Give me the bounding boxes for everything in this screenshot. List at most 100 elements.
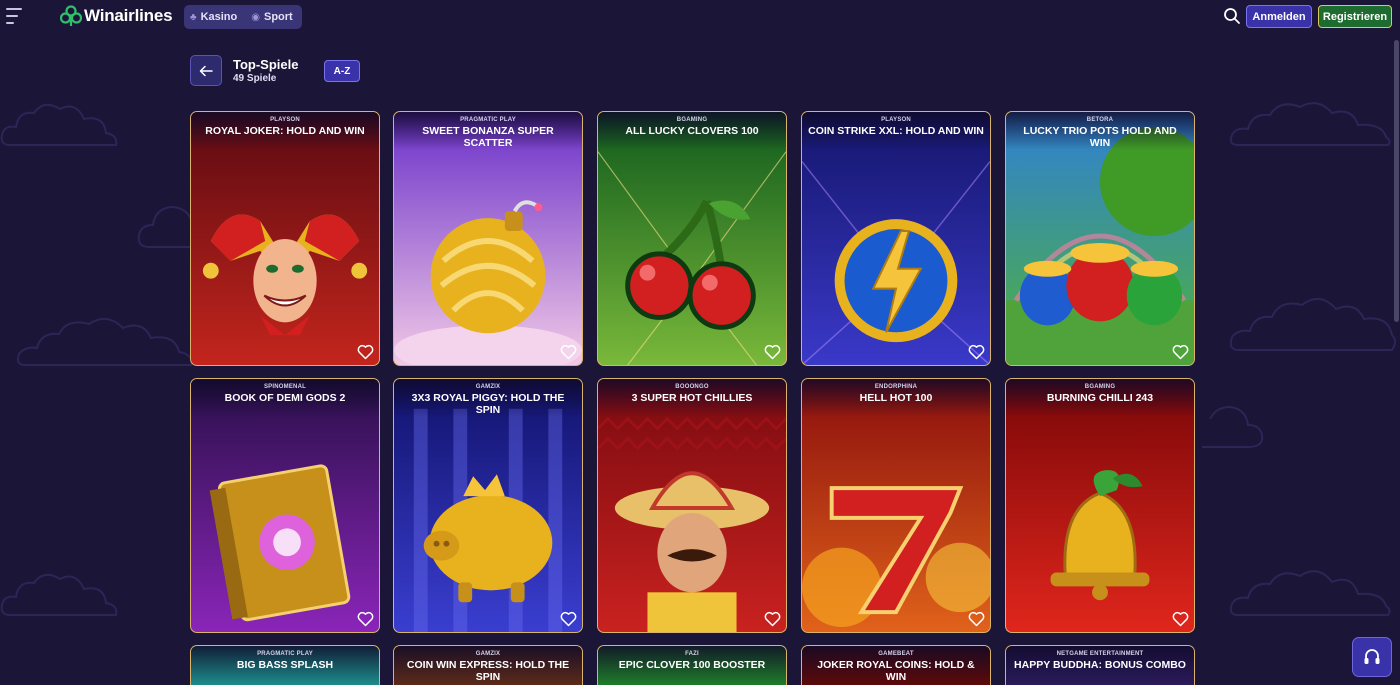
game-title: JOKER ROYAL COINS: HOLD & WIN [817, 659, 975, 683]
game-card[interactable]: PRAGMATIC PLAY BIG BASS SPLASH [190, 645, 380, 685]
favorite-heart-icon[interactable] [968, 611, 985, 627]
game-title: 3X3 ROYAL PIGGY: HOLD THE SPIN [411, 392, 565, 416]
favorite-heart-icon[interactable] [764, 344, 781, 360]
game-card[interactable]: ENDORPHINA HELL HOT 100 [801, 378, 991, 633]
headset-icon [1364, 649, 1380, 664]
clover-logo-icon [60, 5, 82, 26]
arrow-left-icon [199, 65, 213, 76]
az-sort-button[interactable]: A-Z [324, 60, 360, 82]
game-card[interactable]: BETORA LUCKY TRIO POTS HOLD AND WIN [1005, 111, 1195, 366]
game-card-header: PLAYSON ROYAL JOKER: HOLD AND WIN [191, 112, 379, 150]
section-title: Top-Spiele [233, 57, 299, 72]
game-card[interactable]: PLAYSON COIN STRIKE XXL: HOLD AND WIN [801, 111, 991, 366]
game-card[interactable]: NETGAME ENTERTAINMENT HAPPY BUDDHA: BONUS… [1005, 645, 1195, 685]
favorite-heart-icon[interactable] [357, 611, 374, 627]
game-card[interactable]: PRAGMATIC PLAY SWEET BONANZA SUPER SCATTE… [393, 111, 583, 366]
favorite-heart-icon[interactable] [560, 344, 577, 360]
background-cloud [1228, 560, 1393, 620]
game-card-header: SPINOMENAL BOOK OF DEMI GODS 2 [191, 379, 379, 417]
favorite-heart-icon[interactable] [968, 344, 985, 360]
back-button[interactable] [190, 55, 222, 86]
game-title: BURNING CHILLI 243 [1046, 392, 1154, 404]
game-card-header: GAMEBEAT JOKER ROYAL COINS: HOLD & WIN [802, 646, 990, 684]
game-title: HELL HOT 100 [859, 392, 933, 404]
game-title: ROYAL JOKER: HOLD AND WIN [205, 125, 365, 137]
game-card-header: PRAGMATIC PLAY SWEET BONANZA SUPER SCATTE… [394, 112, 582, 150]
game-card-header: BGAMING ALL LUCKY CLOVERS 100 [598, 112, 786, 150]
background-cloud [0, 565, 120, 620]
game-card[interactable]: BGAMING BURNING CHILLI 243 [1005, 378, 1195, 633]
hamburger-menu-icon[interactable] [6, 8, 24, 24]
register-button[interactable]: Registrieren [1318, 5, 1392, 28]
game-provider: FAZI [685, 651, 699, 657]
game-card-header: PLAYSON COIN STRIKE XXL: HOLD AND WIN [802, 112, 990, 150]
game-provider: ENDORPHINA [874, 384, 918, 390]
site-logo[interactable]: Winairlines [60, 4, 173, 28]
game-title: BIG BASS SPLASH [236, 659, 334, 671]
game-card-header: GAMZIX COIN WIN EXPRESS: HOLD THE SPIN [394, 646, 582, 684]
game-card-header: GAMZIX 3X3 ROYAL PIGGY: HOLD THE SPIN [394, 379, 582, 417]
background-cloud [1228, 95, 1393, 150]
game-title: BOOK OF DEMI GODS 2 [224, 392, 346, 404]
game-provider: GAMEBEAT [878, 651, 914, 657]
game-provider: BGAMING [1084, 384, 1116, 390]
main-nav: ♣ Kasino ◉ Sport [184, 5, 302, 29]
game-card[interactable]: SPINOMENAL BOOK OF DEMI GODS 2 [190, 378, 380, 633]
game-card-header: BETORA LUCKY TRIO POTS HOLD AND WIN [1006, 112, 1194, 150]
background-cloud [1198, 395, 1268, 455]
game-title: LUCKY TRIO POTS HOLD AND WIN [1023, 125, 1177, 149]
game-provider: SPINOMENAL [263, 384, 306, 390]
game-card-header: FAZI EPIC CLOVER 100 BOOSTER [598, 646, 786, 684]
game-provider: GAMZIX [475, 384, 501, 390]
game-title: SWEET BONANZA SUPER SCATTER [422, 125, 554, 149]
game-card[interactable]: GAMEBEAT JOKER ROYAL COINS: HOLD & WIN [801, 645, 991, 685]
game-provider: BGAMING [676, 117, 708, 123]
game-provider: BETORA [1086, 117, 1114, 123]
game-provider: PLAYSON [881, 117, 911, 123]
nav-kasino[interactable]: ♣ Kasino [190, 11, 237, 23]
logo-text: Winairlines [84, 6, 173, 25]
game-provider: NETGAME ENTERTAINMENT [1056, 651, 1144, 657]
game-card-header: ENDORPHINA HELL HOT 100 [802, 379, 990, 417]
favorite-heart-icon[interactable] [1172, 611, 1189, 627]
nav-sport[interactable]: ◉ Sport [251, 11, 292, 23]
nav-kasino-label: Kasino [200, 11, 238, 23]
game-card-header: BGAMING BURNING CHILLI 243 [1006, 379, 1194, 417]
game-provider: PRAGMATIC PLAY [460, 117, 516, 123]
background-cloud [135, 195, 195, 255]
section-count: 49 Spiele [233, 73, 277, 84]
favorite-heart-icon[interactable] [1172, 344, 1189, 360]
nav-sport-label: Sport [263, 11, 293, 23]
game-card[interactable]: BGAMING ALL LUCKY CLOVERS 100 [597, 111, 787, 366]
game-card[interactable]: FAZI EPIC CLOVER 100 BOOSTER [597, 645, 787, 685]
scrollbar[interactable] [1394, 40, 1399, 322]
game-title: HAPPY BUDDHA: BONUS COMBO [1014, 659, 1186, 671]
ball-icon: ◉ [251, 11, 260, 23]
game-card[interactable]: GAMZIX COIN WIN EXPRESS: HOLD THE SPIN [393, 645, 583, 685]
game-card-header: BOOONGO 3 SUPER HOT CHILLIES [598, 379, 786, 417]
game-title: EPIC CLOVER 100 BOOSTER [618, 659, 766, 671]
login-button[interactable]: Anmelden [1246, 5, 1312, 28]
game-title: 3 SUPER HOT CHILLIES [631, 392, 753, 404]
top-header: Winairlines ♣ Kasino ◉ Sport Anmelden Re… [0, 0, 1400, 34]
favorite-heart-icon[interactable] [560, 611, 577, 627]
game-title: COIN WIN EXPRESS: HOLD THE SPIN [406, 659, 570, 683]
game-card-header: NETGAME ENTERTAINMENT HAPPY BUDDHA: BONUS… [1006, 646, 1194, 684]
game-card[interactable]: PLAYSON ROYAL JOKER: HOLD AND WIN [190, 111, 380, 366]
background-cloud [15, 310, 195, 370]
background-cloud [0, 95, 120, 150]
game-provider: GAMZIX [475, 651, 501, 657]
background-cloud [1228, 285, 1398, 355]
club-icon: ♣ [190, 11, 197, 23]
support-button[interactable] [1352, 637, 1392, 677]
favorite-heart-icon[interactable] [764, 611, 781, 627]
search-icon[interactable] [1223, 7, 1241, 25]
game-provider: PLAYSON [270, 117, 300, 123]
favorite-heart-icon[interactable] [357, 344, 374, 360]
game-card[interactable]: BOOONGO 3 SUPER HOT CHILLIES [597, 378, 787, 633]
game-card[interactable]: GAMZIX 3X3 ROYAL PIGGY: HOLD THE SPIN [393, 378, 583, 633]
game-title: COIN STRIKE XXL: HOLD AND WIN [808, 125, 984, 137]
game-provider: PRAGMATIC PLAY [257, 651, 313, 657]
game-card-header: PRAGMATIC PLAY BIG BASS SPLASH [191, 646, 379, 684]
game-provider: BOOONGO [675, 384, 709, 390]
